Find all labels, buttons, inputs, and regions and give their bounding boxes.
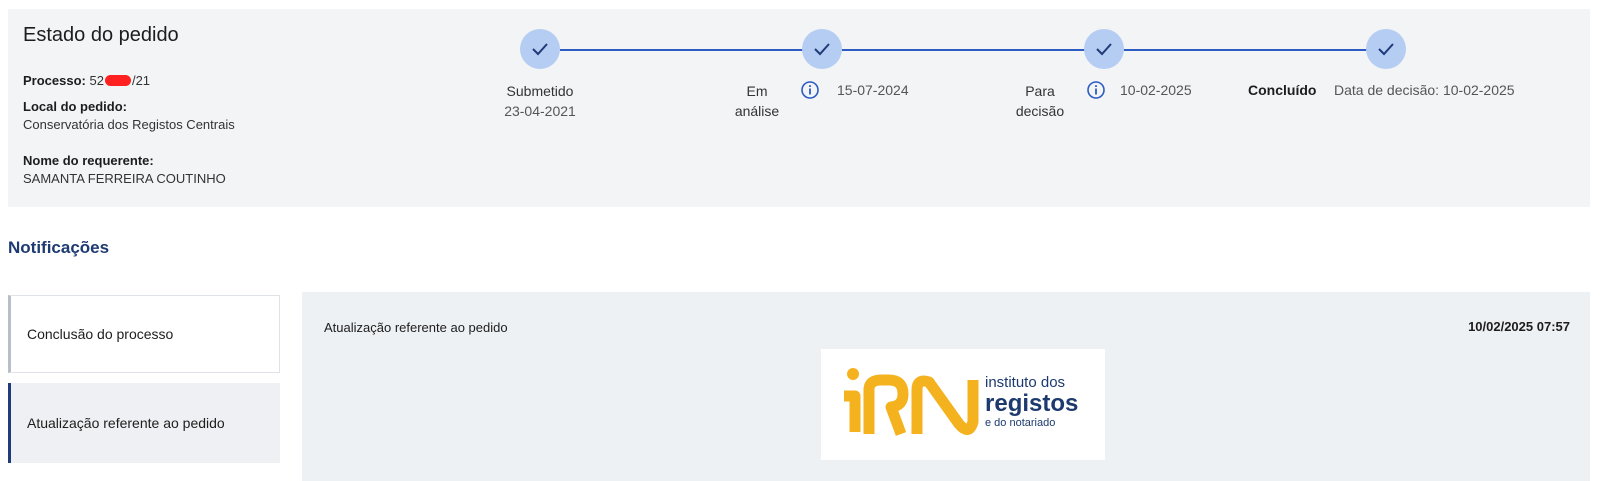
page-title: Estado do pedido	[23, 24, 179, 46]
processo-suffix: /21	[131, 73, 151, 88]
notification-item-label: Conclusão do processo	[27, 326, 174, 342]
check-icon	[532, 43, 548, 56]
check-icon	[814, 43, 830, 56]
step-circle-para-decisao	[1084, 29, 1124, 69]
step-label-submetido: Submetido 23-04-2021	[500, 81, 580, 121]
processo-prefix: 52	[89, 73, 104, 88]
step-date-concluido: Data de decisão: 10-02-2025	[1334, 82, 1515, 98]
local-info: Local do pedido: Conservatória dos Regis…	[23, 98, 235, 134]
info-icon[interactable]	[1086, 80, 1106, 100]
processo-info: Processo: 52/21	[23, 72, 150, 90]
step-label-para-decisao: Para decisão	[1015, 83, 1065, 119]
redaction-mark	[104, 75, 131, 86]
notification-item-label: Atualização referente ao pedido	[27, 415, 225, 431]
step-connector	[842, 49, 1104, 51]
irn-logo: instituto dos registos e do notariado	[821, 349, 1105, 460]
notification-detail: Atualização referente ao pedido 10/02/20…	[302, 292, 1590, 481]
step-date-em-analise: 15-07-2024	[837, 82, 909, 98]
local-label: Local do pedido:	[23, 99, 127, 114]
notification-detail-title: Atualização referente ao pedido	[324, 320, 508, 335]
irn-logo-mark	[844, 368, 979, 436]
nome-label: Nome do requerente:	[23, 153, 154, 168]
notifications-title: Notificações	[8, 238, 110, 257]
requerente-info: Nome do requerente: SAMANTA FERREIRA COU…	[23, 152, 226, 188]
local-value: Conservatória dos Registos Centrais	[23, 117, 235, 132]
step-circle-submetido	[520, 29, 560, 69]
step-label-em-analise: Em análise	[734, 83, 780, 119]
irn-logo-text: instituto dos registos e do notariado	[985, 374, 1079, 429]
processo-label: Processo:	[23, 73, 86, 88]
status-panel: Estado do pedido Processo: 52/21 Local d…	[8, 9, 1590, 207]
step-circle-em-analise	[802, 29, 842, 69]
step-date-para-decisao: 10-02-2025	[1120, 82, 1192, 98]
check-icon	[1096, 43, 1112, 56]
step-connector	[560, 49, 822, 51]
step-label-concluido: Concluído	[1248, 82, 1317, 98]
step-date-submetido: 23-04-2021	[504, 103, 576, 119]
step-circle-concluido	[1366, 29, 1406, 69]
nome-value: SAMANTA FERREIRA COUTINHO	[23, 171, 226, 186]
step-connector	[1124, 49, 1386, 51]
notification-item-conclusao[interactable]: Conclusão do processo	[8, 295, 280, 373]
notification-timestamp: 10/02/2025 07:57	[1468, 319, 1570, 334]
notification-item-atualizacao[interactable]: Atualização referente ao pedido	[8, 383, 280, 463]
info-icon[interactable]	[800, 80, 820, 100]
check-icon	[1378, 43, 1394, 56]
